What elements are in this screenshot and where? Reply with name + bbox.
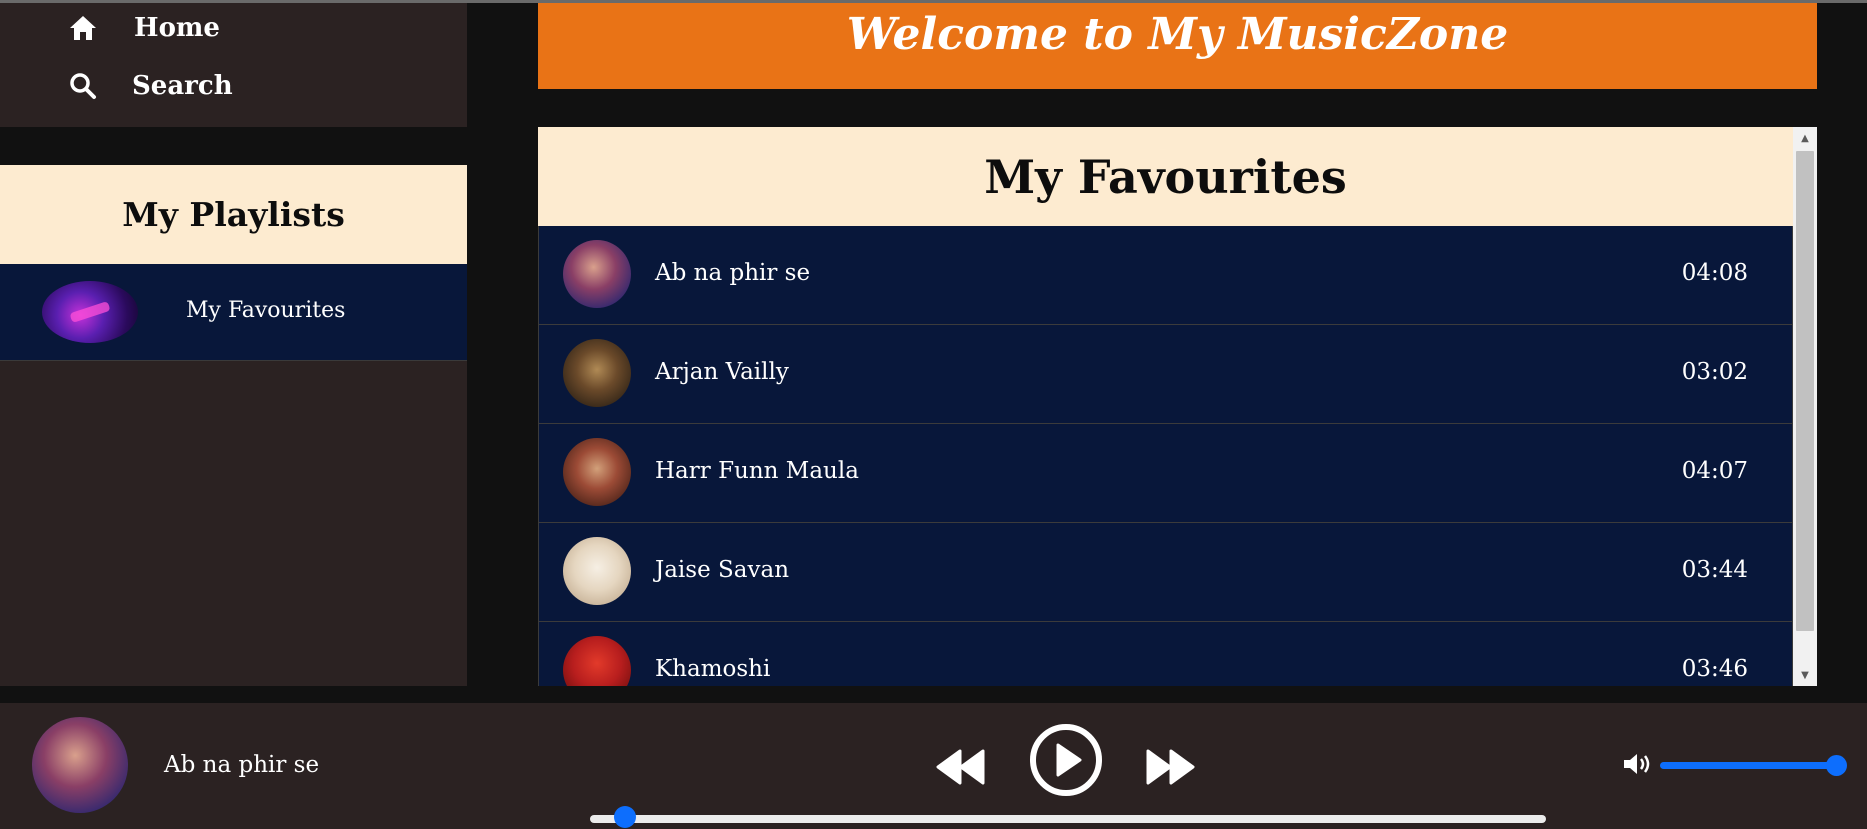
nav-item-home[interactable]: Home [68,8,220,48]
song-title: Harr Funn Maula [655,458,859,484]
playlist-cover-image [42,281,138,343]
rewind-icon [936,749,985,785]
playlist-name: My Favourites [186,298,346,323]
song-duration: 03:44 [1681,557,1748,583]
rewind-button[interactable] [934,747,988,791]
progress-slider[interactable] [590,815,1546,823]
nav-item-label: Search [132,71,233,101]
song-duration: 03:46 [1681,656,1748,682]
nav-item-search[interactable]: Search [68,66,233,106]
now-playing-title: Ab na phir se [164,752,320,778]
song-title: Arjan Vailly [655,359,789,385]
progress-slider-knob[interactable] [614,806,636,828]
home-icon [68,13,98,43]
song-cover-image [563,240,631,308]
song-list: Ab na phir se 04:08 Arjan Vailly 03:02 H… [538,226,1793,686]
playlists-header: My Playlists [0,165,467,264]
song-row[interactable]: Ab na phir se 04:08 [538,226,1793,325]
song-duration: 04:07 [1681,458,1748,484]
playlists-panel: My Playlists My Favourites [0,165,467,686]
scroll-down-icon[interactable]: ▼ [1793,666,1817,684]
nav-panel: Home Search [0,3,467,127]
fast-forward-icon [1146,749,1195,785]
song-row[interactable]: Arjan Vailly 03:02 [538,325,1793,424]
scroll-up-icon[interactable]: ▲ [1793,129,1817,147]
song-title: Khamoshi [655,656,771,682]
song-row[interactable]: Khamoshi 03:46 [538,622,1793,686]
playlists-title: My Playlists [122,195,345,234]
song-duration: 03:02 [1681,359,1748,385]
favourites-panel: My Favourites Ab na phir se 04:08 Arjan … [538,127,1817,686]
play-button[interactable] [1029,723,1103,801]
volume-slider-knob[interactable] [1826,755,1847,776]
scrollbar-thumb[interactable] [1796,151,1814,631]
player-bar: Ab na phir se [0,703,1867,829]
song-duration: 04:08 [1681,260,1748,286]
volume-icon[interactable] [1622,751,1656,777]
search-icon [68,71,98,101]
song-title: Ab na phir se [655,260,811,286]
fast-forward-button[interactable] [1143,747,1197,791]
play-icon [1030,724,1102,796]
welcome-title: Welcome to My MusicZone [846,9,1509,60]
song-cover-image [563,339,631,407]
nav-item-label: Home [134,13,220,43]
song-row[interactable]: Jaise Savan 03:44 [538,523,1793,622]
favourites-header: My Favourites [538,127,1793,226]
song-cover-image [563,537,631,605]
favourites-title: My Favourites [984,149,1347,204]
song-cover-image [563,438,631,506]
song-row[interactable]: Harr Funn Maula 04:07 [538,424,1793,523]
now-playing-cover-image [32,717,128,813]
playlist-item-my-favourites[interactable]: My Favourites [0,264,467,361]
volume-slider[interactable] [1660,762,1838,769]
song-cover-image [563,636,631,686]
favourites-scrollbar[interactable]: ▲ ▼ [1793,127,1817,686]
song-title: Jaise Savan [655,557,790,583]
welcome-banner: Welcome to My MusicZone [538,3,1817,89]
